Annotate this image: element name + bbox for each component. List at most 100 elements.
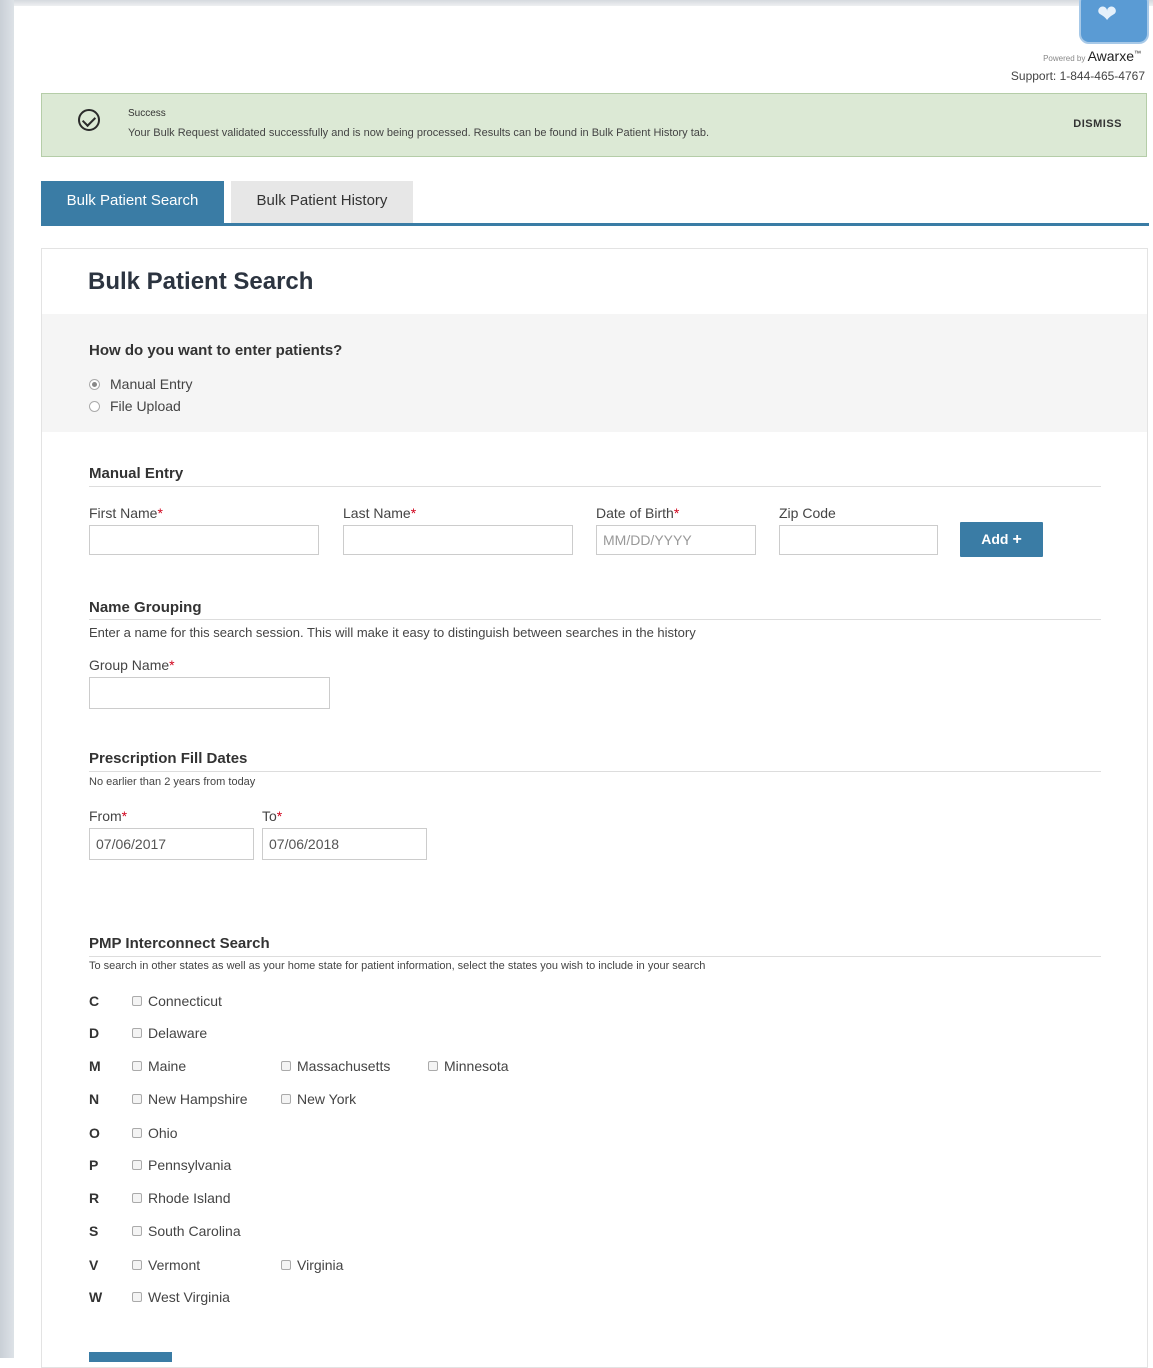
state-group-letter: R — [89, 1190, 100, 1206]
from-date-input[interactable] — [89, 828, 254, 860]
checkbox-icon[interactable] — [132, 1260, 142, 1270]
state-label: New Hampshire — [148, 1091, 248, 1107]
alert-message: Your Bulk Request validated successfully… — [128, 127, 710, 139]
state-group-letter: M — [89, 1058, 101, 1074]
name-grouping-help: Enter a name for this search session. Th… — [89, 625, 696, 640]
state-group-letter: D — [89, 1025, 100, 1041]
dismiss-button[interactable]: DISMISS — [1073, 118, 1122, 130]
state-checkbox-west-virginia[interactable]: West Virginia — [132, 1289, 230, 1305]
checkbox-icon[interactable] — [132, 1128, 142, 1138]
checkbox-icon[interactable] — [132, 996, 142, 1006]
add-patient-button[interactable]: Add + — [960, 522, 1043, 557]
state-checkbox-virginia[interactable]: Virginia — [281, 1257, 343, 1273]
state-label: Minnesota — [444, 1058, 509, 1074]
page-title: Bulk Patient Search — [88, 268, 314, 295]
state-label: West Virginia — [148, 1289, 230, 1305]
checkbox-icon[interactable] — [428, 1061, 438, 1071]
state-checkbox-minnesota[interactable]: Minnesota — [428, 1058, 509, 1074]
check-circle-icon — [78, 109, 100, 131]
state-label: Pennsylvania — [148, 1157, 232, 1173]
radio-button-icon[interactable] — [89, 378, 100, 390]
powered-by: Powered by Awarxe™ — [1043, 48, 1141, 64]
fill-dates-help: No earlier than 2 years from today — [89, 776, 256, 788]
entry-method-band — [42, 314, 1147, 432]
group-name-label: Group Name* — [89, 657, 175, 673]
last-name-label: Last Name* — [343, 505, 417, 521]
radio-manual-entry[interactable]: Manual Entry — [89, 376, 192, 392]
support-phone: Support: 1-844-465-4767 — [1010, 69, 1145, 83]
plus-icon: + — [1012, 531, 1022, 548]
window-top-edge — [0, 0, 1153, 6]
state-label: Massachusetts — [297, 1058, 391, 1074]
state-label: Ohio — [148, 1125, 178, 1141]
state-checkbox-south-carolina[interactable]: South Carolina — [132, 1223, 241, 1239]
state-label: Connecticut — [148, 993, 222, 1009]
divider — [89, 486, 1101, 487]
last-name-input[interactable] — [343, 525, 573, 555]
manual-entry-heading: Manual Entry — [89, 465, 184, 482]
tab-bulk-patient-search[interactable]: Bulk Patient Search — [41, 181, 224, 223]
checkbox-icon[interactable] — [132, 1226, 142, 1236]
state-label: South Carolina — [148, 1223, 241, 1239]
brand-logo: Awarxe™ — [1087, 48, 1141, 64]
state-checkbox-delaware[interactable]: Delaware — [132, 1025, 207, 1041]
state-label: Vermont — [148, 1257, 201, 1273]
radio-file-upload[interactable]: File Upload — [89, 398, 181, 414]
to-date-input[interactable] — [262, 828, 427, 860]
checkbox-icon[interactable] — [281, 1260, 291, 1270]
divider — [89, 619, 1101, 620]
state-checkbox-maine[interactable]: Maine — [132, 1058, 186, 1074]
state-checkbox-new-hampshire[interactable]: New Hampshire — [132, 1091, 248, 1107]
state-group-letter: S — [89, 1223, 99, 1239]
state-group-letter: W — [89, 1289, 103, 1305]
state-checkbox-rhode-island[interactable]: Rhode Island — [132, 1190, 231, 1206]
checkbox-icon[interactable] — [281, 1061, 291, 1071]
checkbox-icon[interactable] — [132, 1193, 142, 1203]
name-grouping-heading: Name Grouping — [89, 599, 202, 616]
tab-underline — [41, 223, 1149, 226]
state-group-letter: O — [89, 1125, 100, 1141]
left-rail — [0, 0, 14, 1358]
state-checkbox-new-york[interactable]: New York — [281, 1091, 356, 1107]
pmp-heading: PMP Interconnect Search — [89, 935, 270, 952]
divider — [89, 771, 1101, 772]
first-name-input[interactable] — [89, 525, 319, 555]
checkbox-icon[interactable] — [281, 1094, 291, 1104]
state-checkbox-pennsylvania[interactable]: Pennsylvania — [132, 1157, 231, 1173]
dob-label: Date of Birth* — [596, 505, 680, 521]
state-group-letter: P — [89, 1157, 99, 1173]
from-label: From* — [89, 808, 128, 824]
alert-title: Success — [128, 108, 166, 119]
logo-heart-icon: ❤ — [1097, 0, 1118, 28]
state-group-letter: V — [89, 1257, 99, 1273]
checkbox-icon[interactable] — [132, 1292, 142, 1302]
radio-button-icon[interactable] — [89, 400, 100, 412]
group-name-input[interactable] — [89, 677, 330, 709]
state-label: New York — [297, 1091, 357, 1107]
checkbox-icon[interactable] — [132, 1094, 142, 1104]
checkbox-icon[interactable] — [132, 1061, 142, 1071]
dob-input[interactable] — [596, 525, 756, 555]
divider — [89, 956, 1101, 957]
state-checkbox-ohio[interactable]: Ohio — [132, 1125, 178, 1141]
to-label: To* — [262, 808, 283, 824]
app-logo: ❤ — [1079, 0, 1149, 44]
state-checkbox-massachusetts[interactable]: Massachusetts — [281, 1058, 390, 1074]
success-alert: Success Your Bulk Request validated succ… — [41, 93, 1147, 157]
checkbox-icon[interactable] — [132, 1028, 142, 1038]
checkbox-icon[interactable] — [132, 1160, 142, 1170]
state-label: Maine — [148, 1058, 187, 1074]
zip-code-label: Zip Code — [779, 505, 836, 521]
state-checkbox-vermont[interactable]: Vermont — [132, 1257, 200, 1273]
state-group-letter: C — [89, 993, 100, 1009]
fill-dates-heading: Prescription Fill Dates — [89, 750, 248, 767]
entry-method-question: How do you want to enter patients? — [89, 342, 343, 359]
first-name-label: First Name* — [89, 505, 163, 521]
submit-button[interactable] — [89, 1352, 172, 1362]
state-checkbox-connecticut[interactable]: Connecticut — [132, 993, 222, 1009]
tab-bulk-patient-history[interactable]: Bulk Patient History — [231, 181, 413, 223]
pmp-help: To search in other states as well as you… — [89, 960, 706, 972]
zip-code-input[interactable] — [779, 525, 938, 555]
state-label: Virginia — [297, 1257, 344, 1273]
state-label: Rhode Island — [148, 1190, 231, 1206]
